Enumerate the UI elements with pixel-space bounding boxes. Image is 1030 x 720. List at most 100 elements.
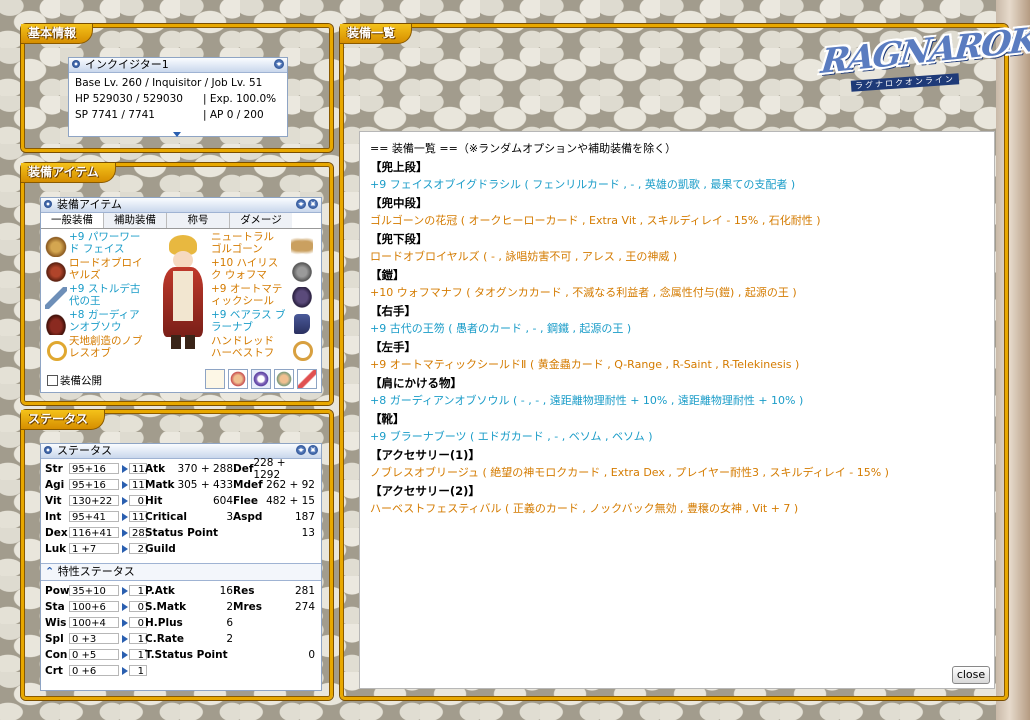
stat-label-value: 6: [226, 616, 233, 629]
close-icon[interactable]: ×: [308, 445, 318, 455]
equip-window-title: 装備アイテム: [57, 198, 122, 211]
tab-auxiliary[interactable]: 補助装備: [104, 213, 167, 228]
basic-info-titlebar[interactable]: インクイジター1 −: [69, 58, 287, 73]
equip-slot-armor[interactable]: +10 ハイリスク ウォフマ: [211, 257, 287, 281]
equip-slot-shoes[interactable]: +9 ベアラス ブラーナブ: [211, 309, 287, 333]
equip-list-item: ロードオブロイヤルズ ( - , 詠唱妨害不可 , アレス , 王の神威 ): [370, 250, 678, 263]
equip-section-title: 【肩にかける物】: [370, 376, 462, 390]
equip-section-title: 【兜中段】: [370, 196, 428, 210]
equip-slot-head-mid[interactable]: ニュートラル ゴルゴーン: [211, 231, 287, 255]
stat-name: Dex: [45, 526, 68, 539]
memo-icon[interactable]: [205, 369, 225, 389]
equip-items-titlebar[interactable]: 装備アイテム − ×: [41, 198, 321, 213]
stat-label: Atk: [145, 462, 166, 475]
status-tab: ステータス: [21, 410, 106, 430]
minimize-icon[interactable]: −: [296, 199, 306, 209]
equip-section-title: 【鎧】: [370, 268, 405, 282]
stat-up-arrow-icon[interactable]: [122, 528, 128, 537]
stat-label: Critical: [145, 510, 188, 523]
stat-up-arrow-icon[interactable]: [122, 496, 128, 505]
stat-up-arrow-icon[interactable]: [122, 650, 128, 659]
equip-list-item: ゴルゴーンの花冠 ( オークヒーローカード , Extra Vit , スキルデ…: [370, 214, 821, 227]
window-orb-icon: [72, 60, 80, 68]
hp-value: HP 529030 / 529030: [75, 93, 183, 105]
close-button[interactable]: close: [952, 666, 990, 684]
preview-icon[interactable]: [297, 369, 317, 389]
equip-list-item: +8 ガーディアンオブソウル ( - , - , 遠距離物理耐性 + 10% ,…: [370, 394, 804, 407]
boots-icon[interactable]: [294, 314, 310, 334]
stat-label-value: 274: [294, 600, 315, 613]
close-icon[interactable]: ×: [308, 199, 318, 209]
wand-icon[interactable]: [45, 287, 67, 309]
stat-bonus: 1: [129, 665, 147, 677]
rotate-icon[interactable]: [251, 369, 271, 389]
stat-label-value: 16: [219, 584, 233, 597]
stat-label-value: 0: [308, 648, 315, 661]
character-view-icon[interactable]: [228, 369, 248, 389]
stat-name: Str: [45, 462, 63, 475]
equip-slot-head-lower[interactable]: ロードオブロイヤルズ: [69, 257, 145, 281]
ring-icon[interactable]: [293, 341, 313, 361]
basic-info-tab: 基本情報: [21, 24, 94, 44]
head-icon[interactable]: [45, 235, 67, 257]
equip-slot-accessory-2[interactable]: ハンドレッド ハーベストフ: [211, 335, 287, 359]
equip-section-title: 【兜下段】: [370, 232, 428, 246]
equip-list-item: ハーベストフェスティバル ( 正義のカード , ノックバック無効 , 豊穣の女神…: [370, 502, 799, 515]
tab-general[interactable]: 一般装備: [41, 213, 104, 228]
stat-name: Spl: [45, 632, 64, 645]
equip-slot-garment[interactable]: +8 ガーディアンオブソウ: [69, 309, 145, 333]
stat-up-arrow-icon[interactable]: [122, 618, 128, 627]
stat-label: C.Rate: [145, 632, 185, 645]
expand-arrow-icon[interactable]: [173, 132, 181, 137]
equip-items-window: 装備アイテム − × 一般装備 補助装備 称号 ダメージ +9 パワーワード フェ…: [40, 197, 322, 393]
stat-label-value: 305 + 433: [177, 478, 233, 491]
equip-slot-left-hand[interactable]: +9 オートマティックシール: [211, 283, 287, 307]
status-window: ステータス − × Str 95+16 11 Agi 95+16 11 Vit 1…: [40, 443, 322, 691]
trait-status-header[interactable]: ⌃ 特性ステータス: [41, 563, 321, 581]
stat-up-arrow-icon[interactable]: [122, 666, 128, 675]
mask-icon[interactable]: [45, 261, 67, 283]
equip-slot-accessory-1[interactable]: 天地創造のノブレスオブ: [69, 335, 145, 359]
armor-icon[interactable]: [291, 261, 313, 283]
equip-slot-right-hand[interactable]: +9 ストルデ古代の王: [69, 283, 145, 307]
stat-up-arrow-icon[interactable]: [122, 544, 128, 553]
stat-label: S.Matk: [145, 600, 187, 613]
stat-value: 100+6: [69, 601, 119, 613]
equip-items-tab: 装備アイテム: [21, 163, 116, 183]
stat-up-arrow-icon[interactable]: [122, 602, 128, 611]
stat-up-arrow-icon[interactable]: [122, 634, 128, 643]
minimize-icon[interactable]: −: [274, 59, 284, 69]
equip-list-item: +9 オートマティックシールドⅡ ( 黄金蟲カード , Q-Range , R-…: [370, 358, 800, 371]
public-checkbox[interactable]: [47, 375, 58, 386]
equip-section-title: 【兜上段】: [370, 160, 428, 174]
costume-icon[interactable]: [274, 369, 294, 389]
stat-up-arrow-icon[interactable]: [122, 480, 128, 489]
public-checkbox-label: 装備公開: [60, 375, 102, 387]
stat-name: Vit: [45, 494, 62, 507]
stat-value: 95+16: [69, 479, 119, 491]
minimize-icon[interactable]: −: [296, 445, 306, 455]
stat-up-arrow-icon[interactable]: [122, 586, 128, 595]
wings-icon[interactable]: [291, 235, 313, 257]
stat-label: Guild: [145, 542, 176, 555]
stat-value: 95+16: [69, 463, 119, 475]
shield-icon[interactable]: [291, 287, 313, 309]
garment-icon[interactable]: [45, 313, 67, 335]
stat-value: 100+4: [69, 617, 119, 629]
equip-slot-head-top[interactable]: +9 パワーワード フェイス: [69, 231, 145, 255]
tab-title[interactable]: 称号: [167, 213, 230, 228]
stat-name: Crt: [45, 664, 63, 677]
equip-section-title: 【靴】: [370, 412, 405, 426]
tab-damage[interactable]: ダメージ: [230, 213, 292, 228]
stat-label: Def: [233, 462, 254, 475]
stat-up-arrow-icon[interactable]: [122, 464, 128, 473]
stat-up-arrow-icon[interactable]: [122, 512, 128, 521]
stat-name: Agi: [45, 478, 65, 491]
equip-section-title: 【アクセサリー(2)】: [370, 484, 480, 498]
exp-value: | Exp. 100.0%: [203, 93, 277, 105]
character-name: インクイジター1: [85, 58, 169, 71]
ring-icon[interactable]: [47, 341, 67, 361]
equip-list-frame: 装備一覧 RAGNAROK ラグナロクオンライン == 装備一覧 ==（※ランダ…: [340, 20, 1030, 700]
stat-label-value: 482 + 15: [266, 494, 315, 507]
sp-value: SP 7741 / 7741: [75, 109, 155, 121]
